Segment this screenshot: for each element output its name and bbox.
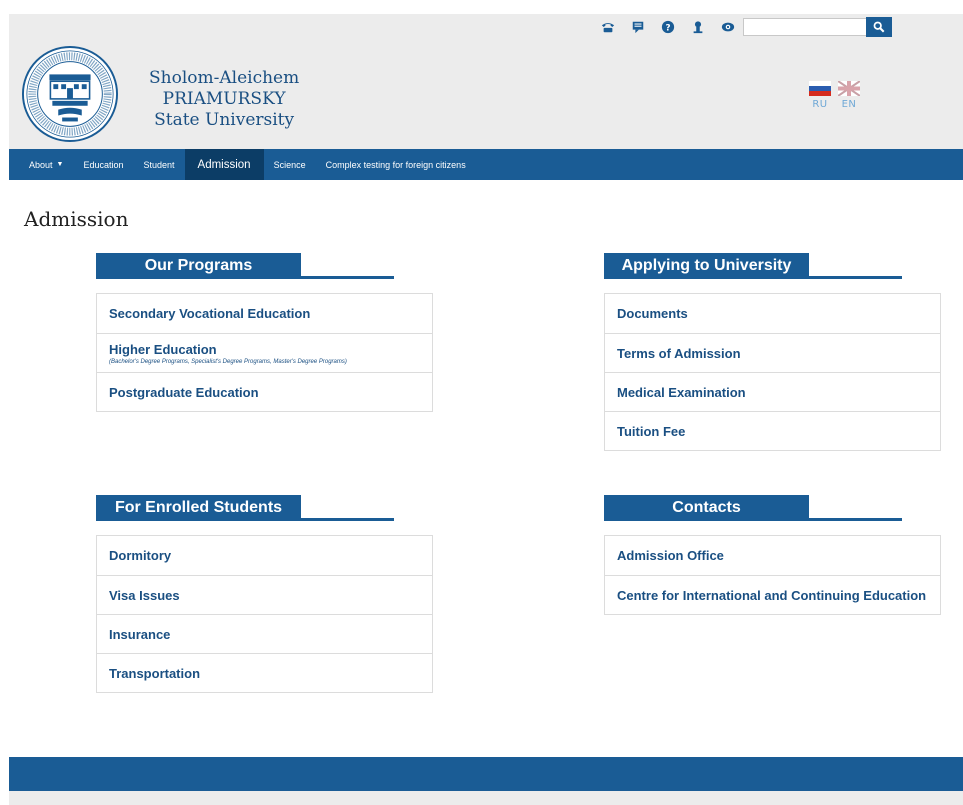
link-label: Visa Issues [109, 587, 180, 603]
link-label: Secondary Vocational Education [109, 306, 311, 321]
university-name[interactable]: Sholom-Aleichem PRIAMURSKY State Univers… [149, 68, 299, 131]
language-en[interactable]: EN [838, 81, 860, 110]
nav-about-label: About [29, 159, 53, 170]
page-title: Admission [24, 207, 129, 231]
link-label: Admission Office [617, 548, 724, 563]
link-documents[interactable]: Documents [605, 294, 940, 333]
link-label: Tuition Fee [617, 423, 686, 439]
link-insurance[interactable]: Insurance [97, 614, 432, 653]
search-button[interactable] [866, 17, 892, 37]
enrolled-list: Dormitory Visa Issues Insurance Transpor… [96, 535, 433, 693]
link-label: Higher Education [109, 341, 217, 357]
footer-bottom-strip [9, 791, 963, 805]
link-label: Postgraduate Education [109, 384, 259, 400]
phone-icon[interactable] [599, 18, 617, 36]
search-input[interactable] [743, 18, 867, 36]
applying-list: Documents Terms of Admission Medical Exa… [604, 293, 941, 451]
link-label: Centre for International and Continuing … [617, 587, 927, 603]
link-visa-issues[interactable]: Visa Issues [97, 575, 432, 614]
section-header: For Enrolled Students [96, 495, 433, 521]
search-icon [873, 21, 885, 33]
section-for-enrolled-students: For Enrolled Students Dormitory Visa Iss… [96, 495, 433, 693]
site-footer [9, 757, 963, 791]
link-label: Transportation [109, 665, 201, 681]
language-code-en: EN [841, 99, 857, 110]
main-nav: About ▼ Education Student Admission Scie… [9, 149, 963, 180]
nav-complex-testing[interactable]: Complex testing for foreign citizens [316, 149, 476, 180]
section-header: Contacts [604, 495, 941, 521]
nav-science[interactable]: Science [264, 149, 316, 180]
link-sublabel: (Bachelor's Degree Programs, Specialist'… [109, 358, 347, 365]
section-title: Our Programs [96, 253, 301, 278]
user-icon[interactable] [689, 18, 707, 36]
section-our-programs: Our Programs Secondary Vocational Educat… [96, 253, 433, 412]
link-label: Insurance [109, 626, 171, 642]
uk-flag-icon [838, 81, 860, 96]
nav-about[interactable]: About ▼ [19, 149, 73, 180]
section-title: For Enrolled Students [96, 495, 301, 520]
link-centre-international-continuing-education[interactable]: Centre for International and Continuing … [605, 575, 940, 614]
link-medical-examination[interactable]: Medical Examination [605, 372, 940, 411]
section-title: Applying to University [604, 253, 809, 278]
section-header: Our Programs [96, 253, 433, 279]
chat-icon[interactable] [629, 18, 647, 36]
brand-line-3: State University [154, 110, 295, 130]
link-terms-of-admission[interactable]: Terms of Admission [605, 333, 940, 372]
link-secondary-vocational-education[interactable]: Secondary Vocational Education [97, 294, 432, 333]
eye-icon[interactable] [719, 18, 737, 36]
svg-text:?: ? [665, 24, 670, 34]
language-ru[interactable]: RU [809, 81, 831, 110]
brand-line-2: PRIAMURSKY [162, 89, 286, 109]
link-tuition-fee[interactable]: Tuition Fee [605, 411, 940, 450]
link-postgraduate-education[interactable]: Postgraduate Education [97, 372, 432, 411]
university-seal-logo[interactable] [21, 45, 119, 143]
contacts-list: Admission Office Centre for Internationa… [604, 535, 941, 615]
help-icon[interactable]: ? [659, 18, 677, 36]
link-label: Documents [617, 306, 688, 321]
section-title: Contacts [604, 495, 809, 520]
utility-icons: ? [599, 18, 737, 36]
site-header: Sholom-Aleichem PRIAMURSKY State Univers… [9, 41, 963, 149]
brand-line-1: Sholom-Aleichem [149, 68, 300, 88]
link-admission-office[interactable]: Admission Office [605, 536, 940, 575]
link-higher-education[interactable]: Higher Education (Bachelor's Degree Prog… [97, 333, 432, 372]
nav-education[interactable]: Education [73, 149, 133, 180]
nav-admission[interactable]: Admission [184, 149, 264, 180]
link-dormitory[interactable]: Dormitory [97, 536, 432, 575]
russia-flag-icon [809, 81, 831, 96]
caret-down-icon: ▼ [56, 161, 64, 168]
link-label: Dormitory [109, 548, 172, 563]
link-label: Medical Examination [617, 384, 746, 400]
language-code-ru: RU [812, 99, 828, 110]
section-applying-to-university: Applying to University Documents Terms o… [604, 253, 941, 451]
programs-list: Secondary Vocational Education Higher Ed… [96, 293, 433, 412]
link-transportation[interactable]: Transportation [97, 653, 432, 692]
section-contacts: Contacts Admission Office Centre for Int… [604, 495, 941, 615]
nav-student[interactable]: Student [134, 149, 185, 180]
link-label: Terms of Admission [617, 345, 741, 361]
top-utility-bar: ? [9, 14, 963, 41]
section-header: Applying to University [604, 253, 941, 279]
